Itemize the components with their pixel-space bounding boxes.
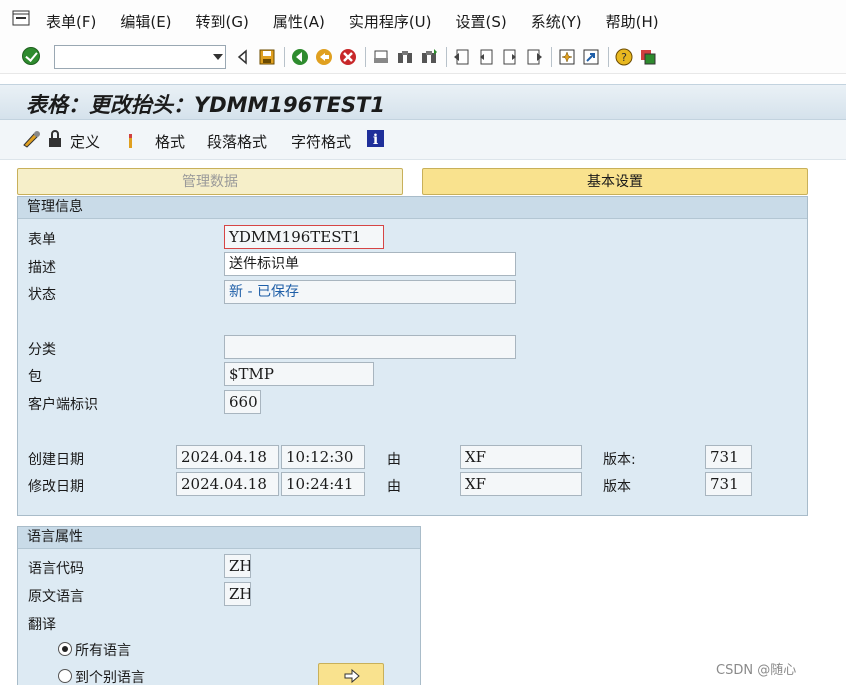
menu-attributes[interactable]: 属性(A): [273, 11, 325, 32]
dropdown-arrow-icon[interactable]: [213, 54, 223, 60]
info-icon[interactable]: i: [367, 130, 384, 147]
save-icon[interactable]: [258, 48, 276, 66]
print-icon[interactable]: [372, 48, 390, 66]
modified-date-label: 修改日期: [28, 479, 84, 495]
exit-icon[interactable]: [315, 48, 333, 66]
description-label: 描述: [28, 260, 56, 276]
category-field[interactable]: [224, 335, 516, 359]
radio-all-languages-label[interactable]: 所有语言: [75, 640, 131, 660]
status-label: 状态: [28, 287, 56, 303]
menu-help[interactable]: 帮助(H): [606, 11, 659, 32]
triangle-left-icon[interactable]: [234, 48, 252, 66]
last-page-icon[interactable]: [525, 48, 543, 66]
character-format-button[interactable]: 字符格式: [291, 131, 351, 152]
system-menu-icon[interactable]: [12, 10, 30, 26]
watermark-text: CSDN @随心: [716, 663, 797, 678]
original-language-label: 原文语言: [28, 589, 84, 605]
description-field[interactable]: 送件标识单: [224, 252, 516, 276]
original-language-field: ZH: [224, 582, 251, 606]
menu-form[interactable]: 表单(F): [46, 11, 96, 32]
modified-time-field: 10:24:41: [281, 472, 365, 496]
edit-pencil-icon[interactable]: [22, 130, 42, 148]
find-next-icon[interactable]: [420, 48, 438, 66]
choose-languages-button[interactable]: [318, 663, 384, 685]
form-field[interactable]: YDMM196TEST1: [224, 225, 384, 249]
command-field[interactable]: [54, 45, 226, 69]
created-by-label: 由: [387, 452, 401, 468]
translate-label: 翻译: [28, 617, 56, 633]
paragraph-format-button[interactable]: 段落格式: [207, 131, 267, 152]
toolbar-separator: [446, 47, 447, 67]
menu-utilities[interactable]: 实用程序(U): [349, 11, 432, 32]
enter-check-icon[interactable]: [22, 47, 40, 65]
customize-layout-icon[interactable]: [639, 48, 657, 66]
created-date-label: 创建日期: [28, 452, 84, 468]
menu-edit[interactable]: 编辑(E): [120, 11, 171, 32]
new-session-icon[interactable]: [558, 48, 576, 66]
created-time-field: 10:12:30: [281, 445, 365, 469]
created-by-field: XF: [460, 445, 582, 469]
menu-settings[interactable]: 设置(S): [456, 11, 507, 32]
toolbar-separator: [365, 47, 366, 67]
package-field: $TMP: [224, 362, 374, 386]
tab-basic-settings[interactable]: 基本设置: [422, 168, 808, 195]
format-button[interactable]: 格式: [155, 131, 185, 152]
marker-icon[interactable]: [126, 132, 136, 150]
toolbar-separator: [551, 47, 552, 67]
title-bar: 表格：更改抬头：YDMM196TEST1: [0, 84, 846, 120]
find-icon[interactable]: [396, 48, 414, 66]
radio-all-languages[interactable]: [58, 642, 72, 656]
cancel-icon[interactable]: [339, 48, 357, 66]
category-label: 分类: [28, 342, 56, 358]
back-icon[interactable]: [291, 48, 309, 66]
previous-page-icon[interactable]: [477, 48, 495, 66]
menu-bar: 表单(F) 编辑(E) 转到(G) 属性(A) 实用程序(U) 设置(S) 系统…: [0, 0, 846, 40]
arrow-right-icon: [344, 668, 360, 684]
radio-individual-languages[interactable]: [58, 669, 72, 683]
admin-info-header: 管理信息: [18, 197, 807, 219]
status-field: 新 - 已保存: [224, 280, 516, 304]
toolbar-separator: [608, 47, 609, 67]
menu-goto[interactable]: 转到(G): [196, 11, 249, 32]
help-icon[interactable]: ?: [615, 48, 633, 66]
lock-icon[interactable]: [46, 130, 66, 148]
language-code-label: 语言代码: [28, 561, 84, 577]
client-label: 客户端标识: [28, 397, 98, 413]
language-attributes-header: 语言属性: [18, 527, 420, 549]
svg-text:?: ?: [621, 51, 627, 64]
page-title: 表格：更改抬头：YDMM196TEST1: [26, 93, 385, 117]
form-label: 表单: [28, 232, 56, 248]
modified-by-field: XF: [460, 472, 582, 496]
modified-by-label: 由: [387, 479, 401, 495]
language-code-field: ZH: [224, 554, 251, 578]
tab-admin-data[interactable]: 管理数据: [17, 168, 403, 195]
modified-date-field: 2024.04.18: [176, 472, 279, 496]
client-field: 660: [224, 390, 261, 414]
radio-individual-languages-label[interactable]: 到个别语言: [75, 667, 145, 685]
created-version-label: 版本:: [603, 452, 636, 468]
modified-version-label: 版本: [603, 479, 631, 495]
toolbar-icons: ?: [234, 47, 663, 67]
define-button[interactable]: 定义: [70, 131, 100, 152]
menu-items: 表单(F) 编辑(E) 转到(G) 属性(A) 实用程序(U) 设置(S) 系统…: [46, 11, 683, 32]
standard-toolbar: ?: [0, 40, 846, 74]
toolbar-separator: [284, 47, 285, 67]
svg-text:i: i: [373, 132, 378, 147]
first-page-icon[interactable]: [453, 48, 471, 66]
created-version-field: 731: [705, 445, 752, 469]
created-date-field: 2024.04.18: [176, 445, 279, 469]
menu-system[interactable]: 系统(Y): [531, 11, 582, 32]
application-toolbar: 定义 格式 段落格式 字符格式 i: [0, 120, 846, 160]
shortcut-icon[interactable]: [582, 48, 600, 66]
package-label: 包: [28, 369, 42, 385]
next-page-icon[interactable]: [501, 48, 519, 66]
modified-version-field: 731: [705, 472, 752, 496]
